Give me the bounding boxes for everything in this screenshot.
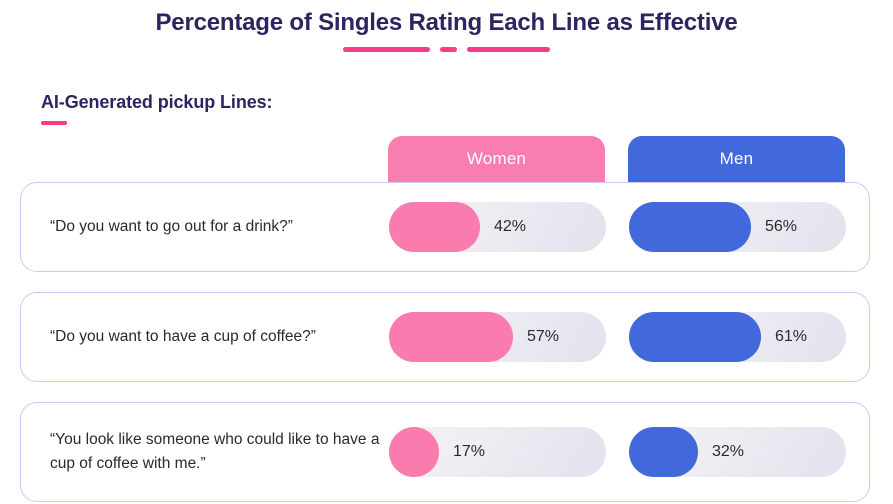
title-underline-decoration — [0, 47, 893, 52]
bar-track-women: 57% — [389, 312, 606, 362]
section-subtitle: AI-Generated pickup Lines: — [41, 92, 273, 112]
subtitle-block: AI-Generated pickup Lines: — [41, 90, 273, 125]
bar-fill-men — [629, 202, 751, 252]
bar-fill-men — [629, 427, 698, 477]
bar-track-men: 32% — [629, 427, 846, 477]
rows-container: “Do you want to go out for a drink?” 42%… — [20, 182, 870, 502]
bar-fill-women — [389, 427, 439, 477]
row-bars: 57% 61% — [389, 312, 846, 362]
row-label: “Do you want to go out for a drink?” — [50, 218, 293, 235]
bar-value-women: 17% — [453, 443, 486, 460]
bar-value-women: 57% — [527, 328, 560, 345]
bar-value-men: 32% — [712, 443, 745, 460]
row-label: “Do you want to have a cup of coffee?” — [50, 328, 316, 345]
bar-fill-women — [389, 202, 480, 252]
title-underline-segment-left — [343, 47, 430, 52]
table-row: “Do you want to go out for a drink?” 42%… — [20, 182, 870, 272]
page-title: Percentage of Singles Rating Each Line a… — [155, 9, 738, 36]
bar-value-men: 61% — [775, 328, 808, 345]
column-header-women-label: Women — [466, 149, 527, 168]
bar-track-women: 42% — [389, 202, 606, 252]
row-label: “You look like someone who could like to… — [50, 431, 380, 472]
bar-fill-men — [629, 312, 761, 362]
bar-value-men: 56% — [765, 218, 798, 235]
bar-track-men: 56% — [629, 202, 846, 252]
subtitle-underline-decoration — [41, 121, 67, 125]
row-bars: 42% 56% — [389, 202, 846, 252]
column-header-men-label: Men — [719, 149, 754, 168]
title-underline-segment-right — [467, 47, 550, 52]
column-header-men: Men — [628, 136, 845, 182]
table-row: “Do you want to have a cup of coffee?” 5… — [20, 292, 870, 382]
bar-track-men: 61% — [629, 312, 846, 362]
row-bars: 17% 32% — [389, 427, 846, 477]
table-row: “You look like someone who could like to… — [20, 402, 870, 502]
column-header-women: Women — [388, 136, 605, 182]
title-block: Percentage of Singles Rating Each Line a… — [0, 8, 893, 52]
bar-track-women: 17% — [389, 427, 606, 477]
title-underline-segment-middle — [440, 47, 457, 52]
bar-fill-women — [389, 312, 513, 362]
legend: Women Men — [388, 136, 845, 182]
bar-value-women: 42% — [494, 218, 527, 235]
